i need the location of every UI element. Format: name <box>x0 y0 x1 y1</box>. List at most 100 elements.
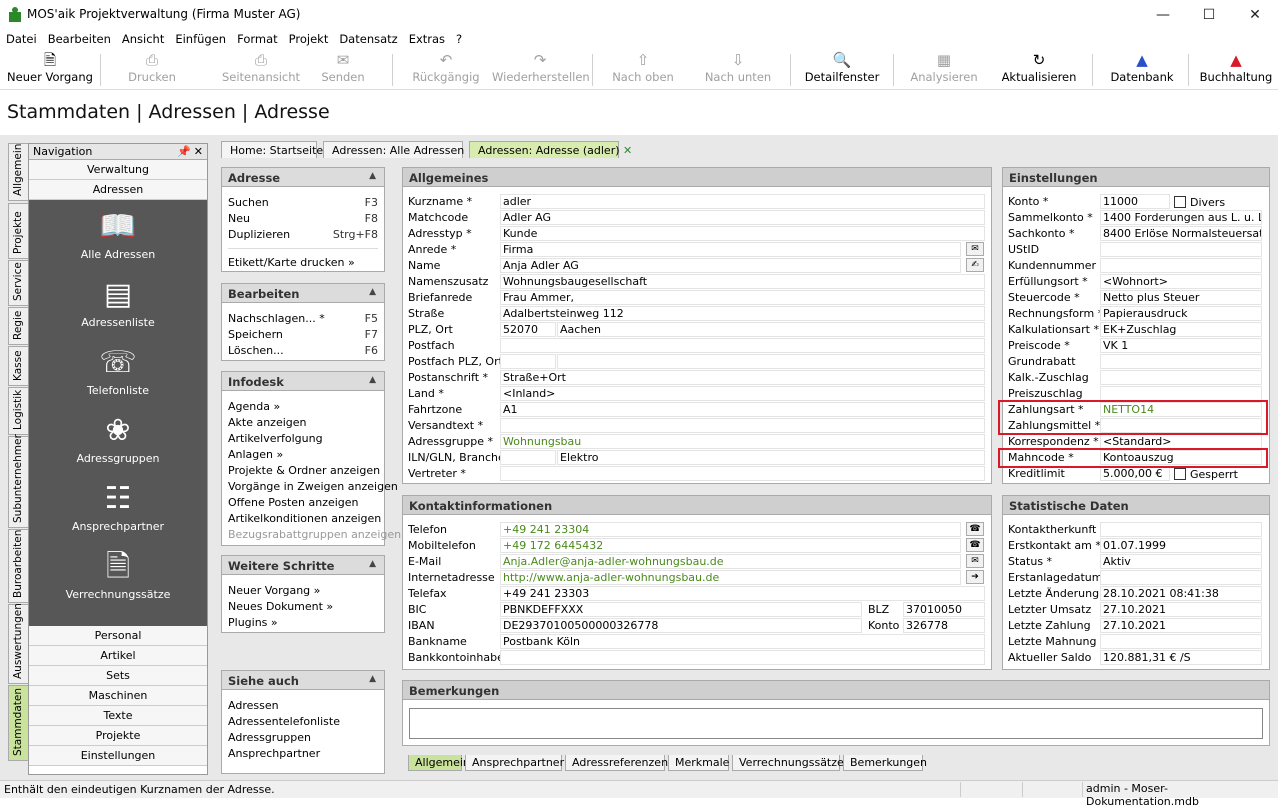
task-duplizieren[interactable]: Duplizieren <box>228 228 290 241</box>
nav-item-alle-adressen[interactable]: 📖 Alle Adressen <box>29 200 207 268</box>
tab-home[interactable]: Home: Startseite <box>221 141 323 158</box>
field-bic[interactable]: PBNKDEFFXXX <box>500 602 862 617</box>
field-letzte-mahnung[interactable] <box>1100 634 1262 649</box>
task-artikelverfolgung[interactable]: Artikelverfolgung <box>228 432 323 445</box>
task-loeschen[interactable]: Löschen... <box>228 344 284 357</box>
task-neues-dokument[interactable]: Neues Dokument » <box>228 600 333 613</box>
nav-group-artikel[interactable]: Artikel <box>29 646 207 666</box>
field-preiscode[interactable]: VK 1 <box>1100 338 1262 353</box>
field-konto[interactable]: 326778 <box>903 618 985 633</box>
nav-group-einstellungen[interactable]: Einstellungen <box>29 746 207 766</box>
field-postfach-plz-ort-2[interactable] <box>557 354 985 369</box>
collapse-icon[interactable]: ▲ <box>369 559 376 569</box>
menu-bearbeiten[interactable]: Bearbeiten <box>42 30 116 46</box>
bottom-tab-ansprechpartner[interactable]: Ansprechpartner <box>465 755 564 771</box>
field-postanschrift[interactable]: Straße+Ort <box>500 370 985 385</box>
tab-alle-adressen[interactable]: Adressen: Alle Adressen ✕ <box>323 141 477 158</box>
close-icon[interactable]: ✕ <box>1232 2 1278 28</box>
tab-adresse-adler[interactable]: Adressen: Adresse (adler) ✕ <box>469 141 632 158</box>
field-iln-gln-branche-2[interactable]: Elektro <box>557 450 985 465</box>
letter-salutation-button[interactable]: ✉ <box>966 242 984 256</box>
field-erstkontakt-am[interactable]: 01.07.1999 <box>1100 538 1262 553</box>
field-bankname[interactable]: Postbank Köln <box>500 634 985 649</box>
nav-group-adressen[interactable]: Adressen <box>29 180 207 200</box>
collapse-icon[interactable]: ▲ <box>369 375 376 385</box>
field-letzte-zahlung[interactable]: 27.10.2021 <box>1100 618 1262 633</box>
nav-group-projekte[interactable]: Projekte <box>29 726 207 746</box>
close-icon[interactable]: ✕ <box>194 144 203 159</box>
nav-item-ansprechpartner[interactable]: ☷ Ansprechpartner <box>29 472 207 540</box>
field-kundennummer[interactable] <box>1100 258 1262 273</box>
accounting-button[interactable]: ▲ Buchhaltung <box>1198 50 1274 90</box>
field-straße[interactable]: Adalbertsteinweg 112 <box>500 306 985 321</box>
nav-item-verrechnungssaetze[interactable]: 🗎 Verrechnungssätze <box>29 540 207 608</box>
field-adresstyp[interactable]: Kunde <box>500 226 985 241</box>
bottom-tab-verrechnungssaetze[interactable]: Verrechnungssätze <box>732 755 844 771</box>
phone-icon-button[interactable]: ☎ <box>966 522 984 536</box>
vtab-buroarbeiten[interactable]: Buroarbeiten <box>8 529 28 603</box>
analyze-button[interactable]: ▦ Analysieren <box>908 50 980 90</box>
new-document-button[interactable]: 🗎 Neuer Vorgang <box>4 50 96 90</box>
field-anrede[interactable]: Firma <box>500 242 961 257</box>
field-kontaktherkunft[interactable] <box>1100 522 1262 537</box>
field-namenszusatz[interactable]: Wohnungsbaugesellschaft <box>500 274 985 289</box>
undo-button[interactable]: ↶ Rückgängig <box>408 50 484 90</box>
menu-ansicht[interactable]: Ansicht <box>116 30 169 46</box>
send-button[interactable]: ✉ Senden <box>318 50 368 90</box>
print-preview-button[interactable]: ⎙ Seitenansicht <box>206 50 316 90</box>
field-kreditlimit[interactable]: 5.000,00 € <box>1100 466 1170 481</box>
minimize-icon[interactable]: — <box>1140 2 1186 28</box>
field-steuercode[interactable]: Netto plus Steuer <box>1100 290 1262 305</box>
vtab-projekte[interactable]: Projekte <box>8 203 28 259</box>
task-projekte-ordner[interactable]: Projekte & Ordner anzeigen <box>228 464 380 477</box>
vtab-service[interactable]: Service <box>8 260 28 306</box>
collapse-icon[interactable]: ▲ <box>369 674 376 684</box>
field-korrespondenz[interactable]: <Standard> <box>1100 434 1262 449</box>
task-vorgaenge-zweige[interactable]: Vorgänge in Zweigen anzeigen <box>228 480 398 493</box>
field-konto[interactable]: 11000 <box>1100 194 1170 209</box>
field-mobiltelefon[interactable]: +49 172 6445432 <box>500 538 961 553</box>
field-telefax[interactable]: +49 241 23303 <box>500 586 985 601</box>
field-erstanlagedatum[interactable] <box>1100 570 1262 585</box>
link-adressgruppen[interactable]: Adressgruppen <box>228 731 311 744</box>
vtab-kasse[interactable]: Kasse <box>8 346 28 386</box>
nav-group-verwaltung[interactable]: Verwaltung <box>29 160 207 180</box>
field-telefon[interactable]: +49 241 23304 <box>500 522 961 537</box>
field-name[interactable]: Anja Adler AG <box>500 258 961 273</box>
field-iln-gln-branche-1[interactable] <box>500 450 556 465</box>
vtab-regie[interactable]: Regie <box>8 307 28 345</box>
field-internetadresse[interactable]: http://www.anja-adler-wohnungsbau.de <box>500 570 961 585</box>
field-aktueller-saldo[interactable]: 120.881,31 € /S <box>1100 650 1262 665</box>
task-neuer-vorgang[interactable]: Neuer Vorgang » <box>228 584 320 597</box>
field-kurzname[interactable]: adler <box>500 194 985 209</box>
field-erfüllungsort[interactable]: <Wohnort> <box>1100 274 1262 289</box>
field-adressgruppe[interactable]: Wohnungsbau <box>500 434 985 449</box>
bottom-tab-allgemein[interactable]: Allgemein <box>408 755 470 771</box>
field-plz-ort-1[interactable]: 52070 <box>500 322 556 337</box>
collapse-icon[interactable]: ▲ <box>369 171 376 181</box>
nav-group-texte[interactable]: Texte <box>29 706 207 726</box>
task-agenda[interactable]: Agenda » <box>228 400 280 413</box>
email-icon-button[interactable]: ✉ <box>966 554 984 568</box>
move-down-button[interactable]: ⇩ Nach unten <box>698 50 778 90</box>
collapse-icon[interactable]: ▲ <box>369 287 376 297</box>
go-arrow-icon-button[interactable]: ➔ <box>966 570 984 584</box>
bottom-tab-adressreferenzen[interactable]: Adressreferenzen <box>565 755 668 771</box>
menu-einfuegen[interactable]: Einfügen <box>169 30 231 46</box>
nav-group-sets[interactable]: Sets <box>29 666 207 686</box>
field-sammelkonto[interactable]: 1400 Forderungen aus L. u. L. <box>1100 210 1262 225</box>
nav-group-personal[interactable]: Personal <box>29 626 207 646</box>
field-preiszuschlag[interactable] <box>1100 386 1262 401</box>
field-rechnungsform[interactable]: Papierausdruck <box>1100 306 1262 321</box>
bemerkungen-textarea[interactable] <box>409 708 1263 739</box>
refresh-button[interactable]: ↻ Aktualisieren <box>998 50 1080 90</box>
vtab-auswertungen[interactable]: Auswertungen <box>8 603 28 684</box>
task-etikett-drucken[interactable]: Etikett/Karte drucken » <box>228 256 355 269</box>
link-adressentelefonliste[interactable]: Adressentelefonliste <box>228 715 340 728</box>
field-bankkontoinhaber[interactable] <box>500 650 985 665</box>
pin-icon[interactable]: 📌 <box>177 144 191 159</box>
task-neu[interactable]: Neu <box>228 212 250 225</box>
field-kalk-zuschlag[interactable] <box>1100 370 1262 385</box>
field-plz-ort-2[interactable]: Aachen <box>557 322 985 337</box>
menu-datensatz[interactable]: Datensatz <box>333 30 402 46</box>
